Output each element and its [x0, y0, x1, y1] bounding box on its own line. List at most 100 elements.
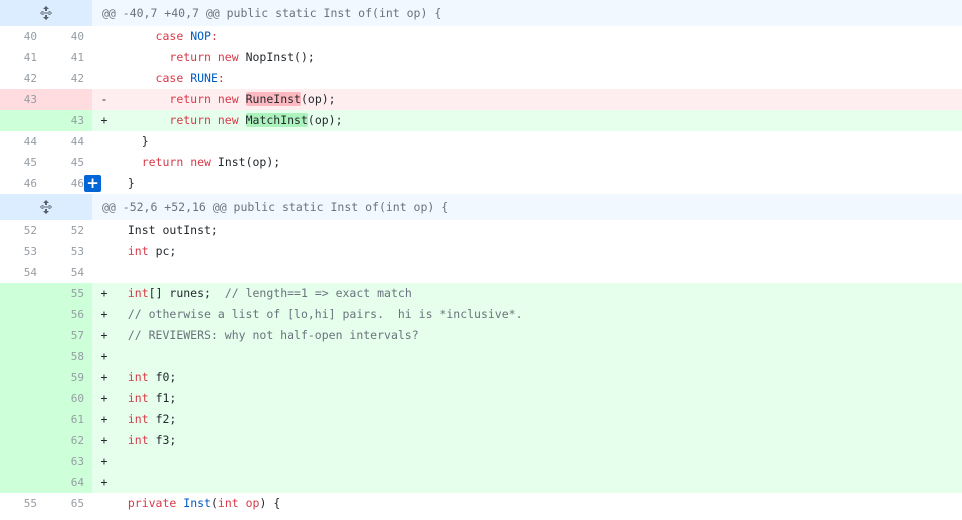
- diff-marker: [92, 262, 112, 283]
- context-line: 45 45 return new Inst(op);: [0, 152, 962, 173]
- new-line-number[interactable]: 52: [45, 220, 92, 241]
- added-line: 59 + int f0;: [0, 367, 962, 388]
- diff-marker: +: [92, 346, 112, 367]
- new-line-number[interactable]: 41: [45, 47, 92, 68]
- diff-marker: +: [92, 325, 112, 346]
- old-line-number[interactable]: 40: [0, 26, 45, 47]
- old-line-number[interactable]: [0, 110, 45, 131]
- new-line-number[interactable]: 63: [45, 451, 92, 472]
- new-line-number[interactable]: 57: [45, 325, 92, 346]
- new-line-number[interactable]: 58: [45, 346, 92, 367]
- old-line-number[interactable]: 52: [0, 220, 45, 241]
- context-line: 55 65 private Inst(int op) {: [0, 493, 962, 514]
- code-token: int: [127, 412, 149, 426]
- diff-marker: +: [92, 451, 112, 472]
- code-line: // otherwise a list of [lo,hi] pairs. hi…: [112, 304, 962, 325]
- diff-marker: [92, 220, 112, 241]
- code-line: }: [112, 131, 962, 152]
- added-line: 61 + int f2;: [0, 409, 962, 430]
- old-line-number[interactable]: 45: [0, 152, 45, 173]
- old-line-number[interactable]: 54: [0, 262, 45, 283]
- old-line-number[interactable]: 42: [0, 68, 45, 89]
- old-line-number[interactable]: 46: [0, 173, 45, 194]
- old-line-number[interactable]: [0, 451, 45, 472]
- expand-button[interactable]: [0, 194, 92, 220]
- context-line: 53 53 int pc;: [0, 241, 962, 262]
- new-line-number[interactable]: 59: [45, 367, 92, 388]
- old-line-number[interactable]: 44: [0, 131, 45, 152]
- plus-icon: +: [86, 174, 99, 192]
- old-line-number[interactable]: [0, 346, 45, 367]
- old-line-number[interactable]: 41: [0, 47, 45, 68]
- code-line: [112, 346, 962, 367]
- old-line-number[interactable]: [0, 325, 45, 346]
- new-line-number[interactable]: 62: [45, 430, 92, 451]
- code-token: f1;: [148, 391, 177, 405]
- old-line-number[interactable]: [0, 409, 45, 430]
- code-token: }: [114, 176, 135, 190]
- code-token: return: [169, 92, 211, 106]
- code-token: Inst(op);: [210, 155, 281, 169]
- new-line-number[interactable]: 42: [45, 68, 92, 89]
- diff-marker: +: [92, 472, 112, 493]
- code-token: return: [169, 113, 211, 127]
- new-line-number[interactable]: 43: [45, 110, 92, 131]
- diff-marker: +: [92, 367, 112, 388]
- new-line-number[interactable]: 60: [45, 388, 92, 409]
- code-line: // REVIEWERS: why not half-open interval…: [112, 325, 962, 346]
- diff-view: @@ -40,7 +40,7 @@ public static Inst of(…: [0, 0, 962, 514]
- diff-marker: [92, 131, 112, 152]
- old-line-number[interactable]: [0, 430, 45, 451]
- new-line-number[interactable]: 40: [45, 26, 92, 47]
- new-line-number[interactable]: [45, 89, 92, 110]
- code-token: return: [141, 155, 184, 169]
- code-token: NOP: [190, 29, 211, 43]
- add-comment-button[interactable]: +: [84, 175, 101, 192]
- old-line-number[interactable]: 53: [0, 241, 45, 262]
- new-line-number[interactable]: 54: [45, 262, 92, 283]
- old-line-number[interactable]: 43: [0, 89, 45, 110]
- code-line: [112, 472, 962, 493]
- code-line: int[] runes; // length==1 => exact match: [112, 283, 962, 304]
- context-line: 54 54: [0, 262, 962, 283]
- code-token: new: [217, 50, 239, 64]
- new-line-number[interactable]: 44: [45, 131, 92, 152]
- old-line-number[interactable]: [0, 388, 45, 409]
- new-line-number[interactable]: 55: [45, 283, 92, 304]
- diff-marker: [92, 152, 112, 173]
- deleted-line: 43 - return new RuneInst(op);: [0, 89, 962, 110]
- old-line-number[interactable]: [0, 283, 45, 304]
- new-line-number[interactable]: 45: [45, 152, 92, 173]
- new-line-number[interactable]: 64: [45, 472, 92, 493]
- old-line-number[interactable]: [0, 367, 45, 388]
- code-token: new: [190, 155, 211, 169]
- new-line-number[interactable]: 61: [45, 409, 92, 430]
- code-token: ) {: [259, 496, 281, 510]
- unfold-icon: [40, 6, 52, 20]
- code-line: int f3;: [112, 430, 962, 451]
- expand-button[interactable]: [0, 0, 92, 26]
- new-line-number[interactable]: 65: [45, 493, 92, 514]
- old-line-number[interactable]: [0, 472, 45, 493]
- context-line: 46 46 } +: [0, 173, 962, 194]
- new-line-number[interactable]: 53: [45, 241, 92, 262]
- hunk-header-text: @@ -52,6 +52,16 @@ public static Inst of…: [102, 200, 449, 214]
- hunk-header-text: @@ -40,7 +40,7 @@ public static Inst of(…: [102, 6, 442, 20]
- added-line: 63 +: [0, 451, 962, 472]
- old-line-number[interactable]: [0, 304, 45, 325]
- old-line-number[interactable]: 55: [0, 493, 45, 514]
- new-line-number[interactable]: 56: [45, 304, 92, 325]
- code-token: private: [127, 496, 177, 510]
